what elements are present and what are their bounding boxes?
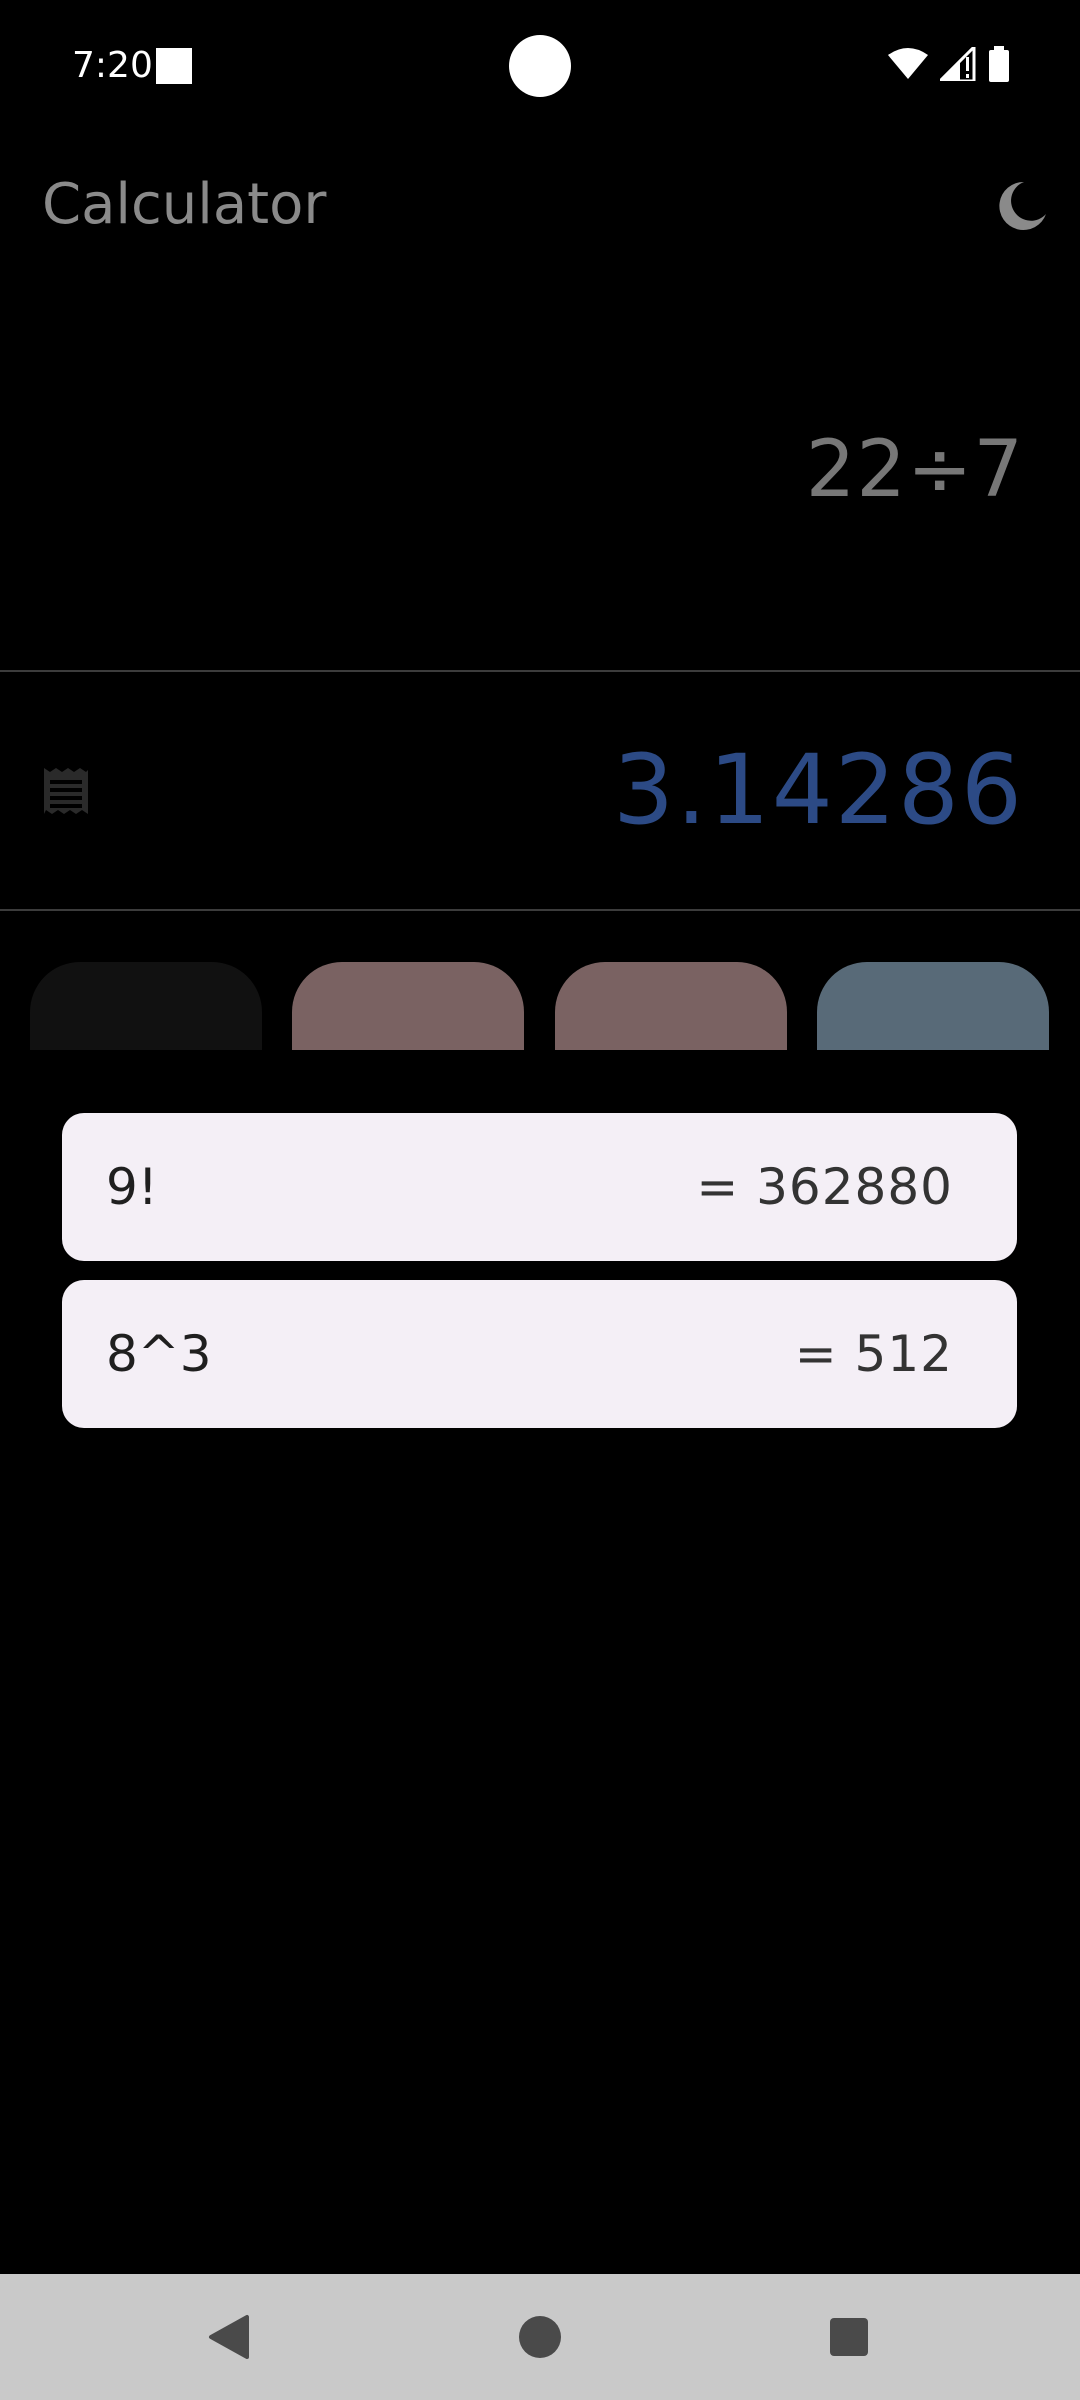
recents-icon	[830, 2318, 868, 2356]
history-item-result: = 512	[794, 1325, 953, 1383]
recents-button[interactable]	[816, 2304, 882, 2370]
history-item[interactable]: 9! = 362880	[62, 1113, 1017, 1261]
history-item-expression: 9!	[106, 1158, 158, 1216]
wifi-icon	[888, 48, 928, 79]
history-item-expression: 8^3	[106, 1325, 212, 1383]
calculator-screen: 7:20 Calculator 22÷7 3.14286 9! = 362880…	[0, 0, 1080, 2400]
status-time: 7:20	[72, 45, 153, 86]
keypad-key[interactable]	[30, 962, 262, 1052]
back-button[interactable]	[196, 2304, 262, 2370]
home-icon	[519, 2316, 561, 2358]
home-button[interactable]	[507, 2304, 573, 2370]
keypad-key[interactable]	[292, 962, 524, 1052]
status-bar: 7:20	[0, 0, 1080, 130]
expression-display[interactable]: 22÷7	[806, 420, 1024, 520]
theme-toggle-button[interactable]	[988, 174, 1052, 238]
divider	[0, 670, 1080, 672]
keypad-key[interactable]	[555, 962, 787, 1052]
moon-icon	[999, 181, 1046, 230]
navigation-bar	[0, 2274, 1080, 2400]
history-receipt-icon	[44, 768, 88, 814]
result-display: 3.14286	[613, 734, 1024, 846]
keypad-key[interactable]	[817, 962, 1049, 1052]
divider	[0, 909, 1080, 911]
history-item[interactable]: 8^3 = 512	[62, 1280, 1017, 1428]
history-button[interactable]	[40, 766, 92, 818]
signal-icon	[940, 47, 976, 81]
notification-square-icon	[156, 48, 192, 84]
history-item-result: = 362880	[696, 1158, 953, 1216]
back-icon	[209, 2315, 249, 2359]
status-icons	[888, 46, 1010, 82]
battery-icon	[989, 46, 1009, 82]
app-title: Calculator	[42, 172, 327, 237]
camera-cutout	[509, 35, 571, 97]
